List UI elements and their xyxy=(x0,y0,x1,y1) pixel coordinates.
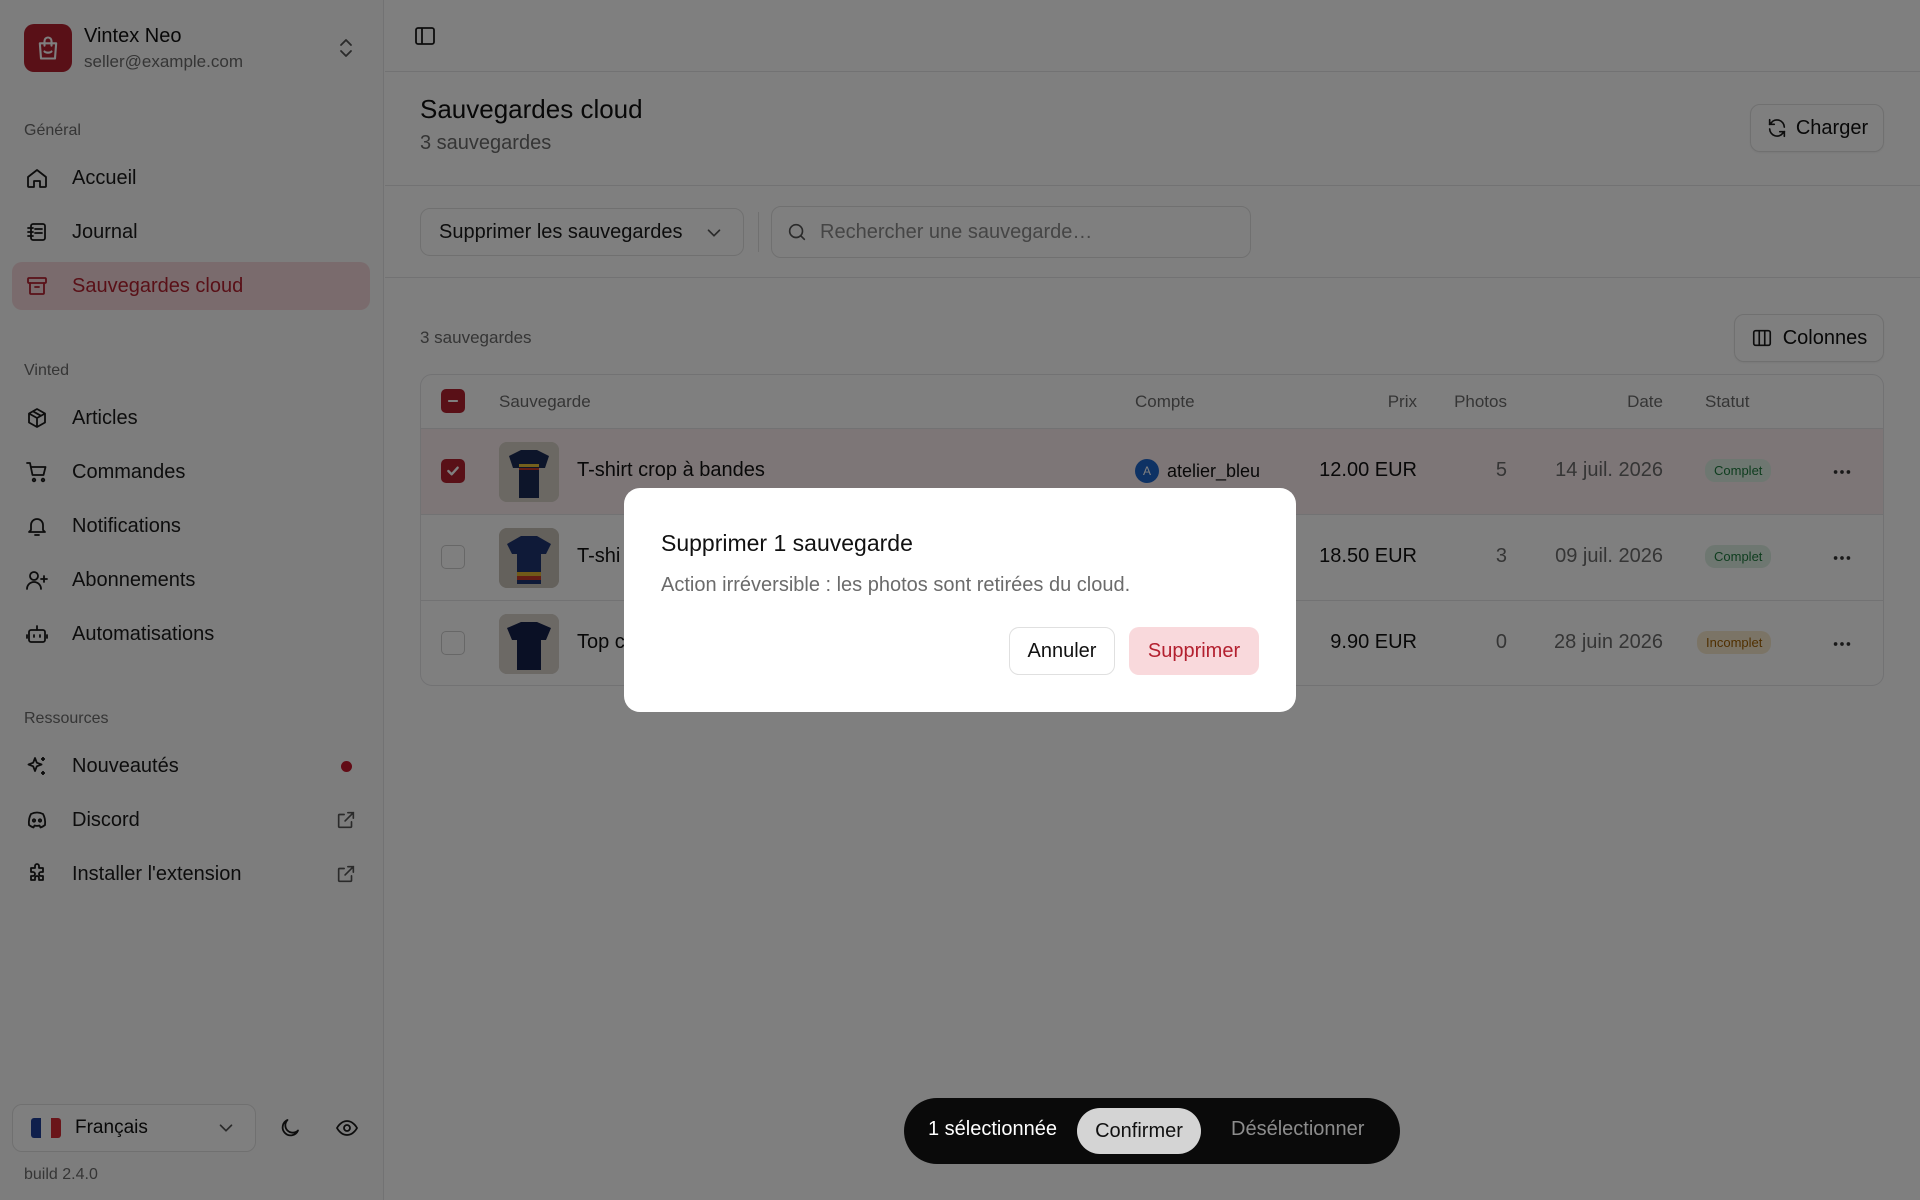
confirm-button[interactable]: Confirmer xyxy=(1077,1108,1201,1154)
delete-confirm-dialog: Supprimer 1 sauvegarde Action irréversib… xyxy=(624,488,1296,712)
selection-count: 1 sélectionnée xyxy=(928,1118,1057,1140)
cancel-button[interactable]: Annuler xyxy=(1009,627,1115,675)
delete-button[interactable]: Supprimer xyxy=(1129,627,1259,675)
dialog-title: Supprimer 1 sauvegarde xyxy=(661,530,913,556)
bulk-action-bar: 1 sélectionnée Confirmer Désélectionner xyxy=(904,1098,1400,1164)
dialog-description: Action irréversible : les photos sont re… xyxy=(661,574,1131,596)
deselect-button[interactable]: Désélectionner xyxy=(1231,1118,1364,1141)
